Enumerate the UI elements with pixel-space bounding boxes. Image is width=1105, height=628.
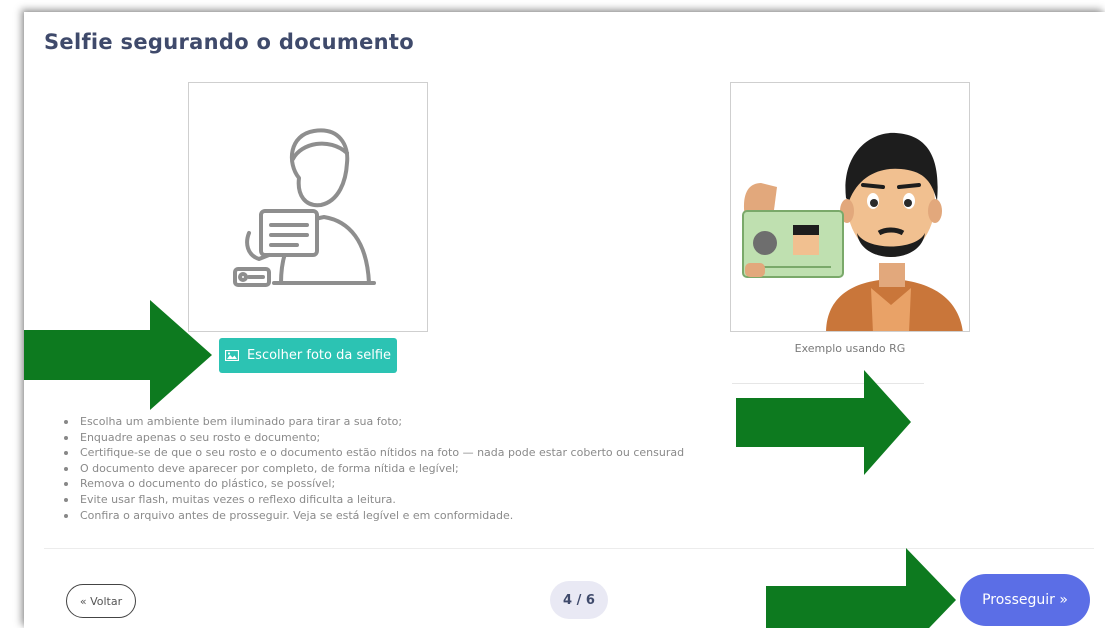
- selfie-upload-preview[interactable]: [188, 82, 428, 332]
- tip-item: Certifique-se de que o seu rosto e o doc…: [60, 445, 740, 461]
- example-image: [730, 82, 970, 332]
- tip-item: Confira o arquivo antes de prosseguir. V…: [60, 508, 740, 524]
- tip-item: Evite usar flash, muitas vezes o reflexo…: [60, 492, 740, 508]
- choose-selfie-button[interactable]: Escolher foto da selfie: [219, 338, 397, 373]
- choose-selfie-label: Escolher foto da selfie: [246, 348, 392, 363]
- tip-item: Enquadre apenas o seu rosto e documento;: [60, 430, 740, 446]
- arrow-right-icon: [766, 548, 956, 628]
- tip-item: O documento deve aparecer por completo, …: [60, 461, 740, 477]
- person-holding-document-icon: [233, 128, 376, 287]
- proceed-button[interactable]: Prosseguir »: [960, 574, 1090, 626]
- example-caption: Exemplo usando RG: [794, 342, 906, 355]
- man-holding-id-card-illustration: [742, 132, 963, 331]
- back-button[interactable]: « Voltar: [66, 584, 136, 618]
- tips-list: Escolha um ambiente bem iluminado para t…: [60, 414, 740, 523]
- page-title: Selfie segurando o documento: [44, 30, 414, 54]
- tip-item: Remova o documento do plástico, se possí…: [60, 476, 740, 492]
- tip-item: Escolha um ambiente bem iluminado para t…: [60, 414, 740, 430]
- step-indicator: 4 / 6: [550, 581, 608, 619]
- arrow-right-icon: [24, 300, 212, 410]
- arrow-right-icon: [736, 370, 911, 475]
- image-icon: [224, 350, 239, 361]
